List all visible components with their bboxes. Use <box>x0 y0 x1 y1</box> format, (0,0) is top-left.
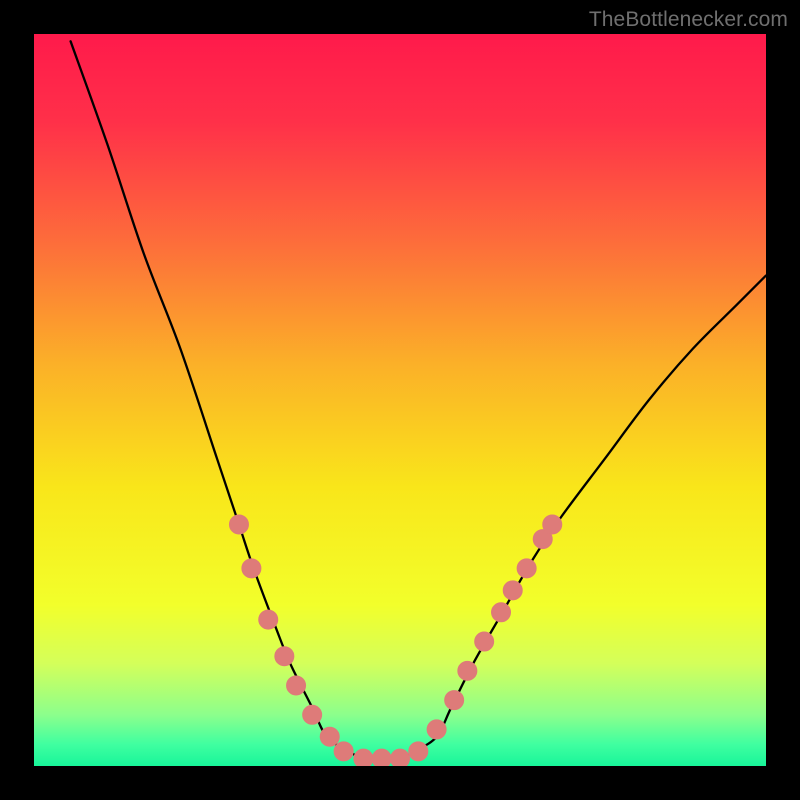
curve-marker <box>320 727 339 746</box>
curve-marker <box>229 515 248 534</box>
curve-marker <box>503 581 522 600</box>
curve-marker <box>427 720 446 739</box>
curve-marker <box>517 559 536 578</box>
curve-marker <box>303 705 322 724</box>
curve-marker <box>475 632 494 651</box>
curve-marker <box>372 749 391 766</box>
curve-marker <box>543 515 562 534</box>
chart-curve-layer <box>34 34 766 766</box>
curve-marker <box>354 749 373 766</box>
curve-marker <box>334 742 353 761</box>
curve-marker <box>458 661 477 680</box>
curve-marker <box>287 676 306 695</box>
curve-marker <box>275 647 294 666</box>
curve-marker <box>445 691 464 710</box>
curve-marker <box>259 610 278 629</box>
curve-marker <box>242 559 261 578</box>
bottleneck-curve <box>71 41 766 759</box>
chart-plot-area <box>34 34 766 766</box>
curve-marker <box>391 749 410 766</box>
curve-markers <box>229 515 561 766</box>
watermark-text: TheBottlenecker.com <box>589 8 788 32</box>
curve-marker <box>409 742 428 761</box>
curve-marker <box>492 603 511 622</box>
